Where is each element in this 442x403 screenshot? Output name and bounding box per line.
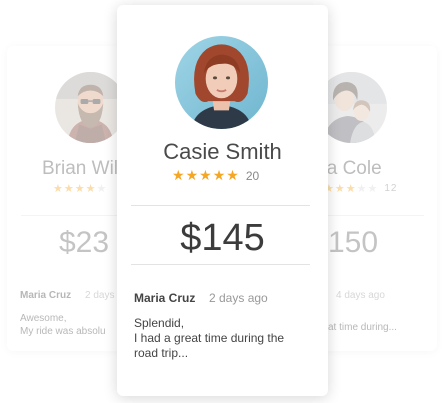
review-line: road trip...: [134, 346, 189, 360]
driver-name: Casie Smith: [163, 139, 282, 164]
review-text: at time during...: [328, 322, 397, 333]
review-time: 2 days ago: [209, 291, 268, 305]
driver-card-center[interactable]: Casie Smith ★ ★ ★ ★ ★ 20 $145 Maria Cruz…: [117, 5, 328, 396]
review-author: Maria Cruz: [134, 291, 196, 305]
rating-count: 12: [384, 183, 398, 194]
avatar: [175, 36, 268, 129]
red-haired-woman-avatar-icon: [175, 36, 268, 129]
star-empty-icon: ★: [96, 183, 108, 195]
review-author: Maria Cruz: [20, 290, 72, 301]
star-icon: ★: [53, 183, 64, 195]
divider: [131, 205, 310, 206]
star-icon: ★: [185, 167, 200, 183]
price: $23: [59, 226, 110, 259]
price: $145: [180, 217, 265, 259]
rating-count: 20: [245, 168, 260, 183]
rating-stars: ★ ★ ★ ★ ★ 20: [172, 167, 259, 184]
rating-stars: ★ ★ ★ ★ ★: [53, 182, 107, 195]
star-empty-icon: ★: [356, 183, 368, 195]
review-line: Splendid,: [134, 316, 185, 330]
star-icon: ★: [334, 183, 346, 195]
divider: [131, 264, 310, 265]
star-icon: ★: [345, 183, 357, 195]
star-icon: ★: [74, 183, 86, 195]
review-line: at time during...: [328, 322, 397, 333]
driver-name: Brian Wil: [42, 158, 119, 179]
star-icon: ★: [226, 167, 240, 183]
star-icon: ★: [212, 167, 227, 183]
rating-stars: ★ ★ ★ ★ ★ 12: [324, 182, 398, 195]
star-icon: ★: [172, 167, 186, 183]
star-icon: ★: [199, 167, 213, 183]
avatar: [55, 72, 126, 143]
star-icon: ★: [85, 183, 97, 195]
star-icon: ★: [63, 183, 75, 195]
review-time: 4 days ago: [336, 290, 385, 301]
review-text: Splendid, I had a great time during the …: [134, 316, 319, 361]
price: 150: [328, 226, 379, 259]
review-line: I had a great time during the: [134, 331, 285, 345]
star-empty-icon: ★: [367, 183, 379, 195]
bearded-man-avatar-icon: [55, 72, 126, 143]
